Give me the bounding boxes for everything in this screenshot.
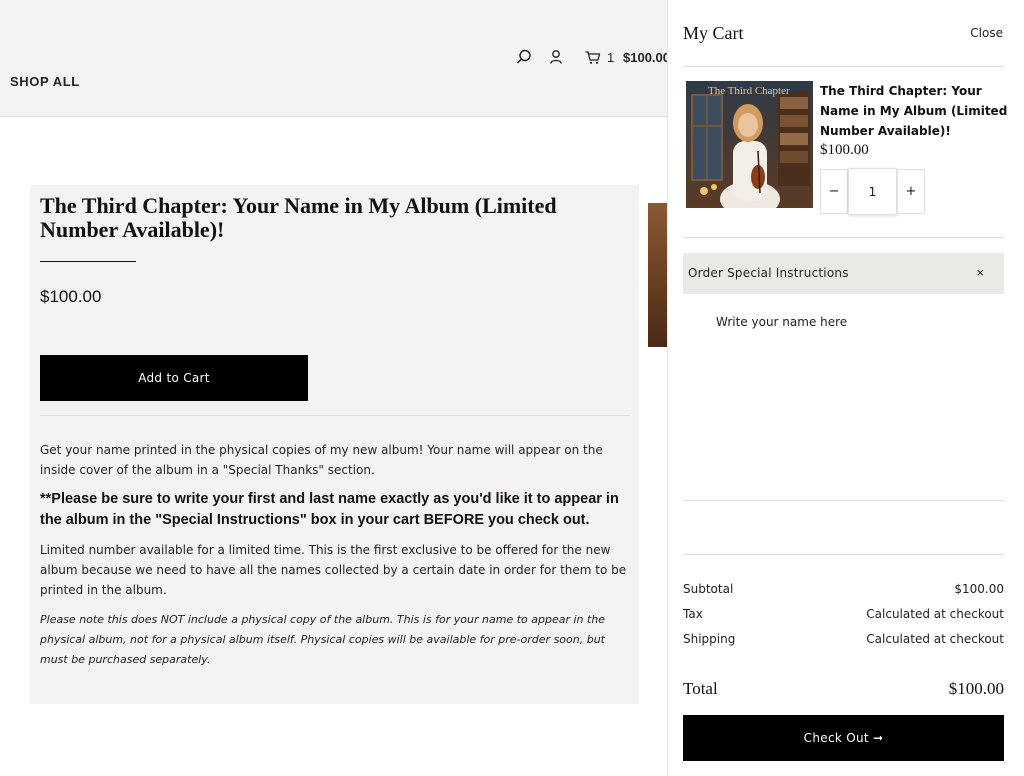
tax-label: Tax [683, 607, 703, 621]
search-icon[interactable] [515, 48, 533, 66]
title-divider [40, 261, 136, 262]
drawer-divider [683, 237, 1004, 238]
special-instructions-input[interactable] [683, 304, 1004, 494]
nav-shop-all-link[interactable]: SHOP ALL [10, 74, 80, 89]
cart-item-thumbnail[interactable]: The Third Chapter [686, 81, 813, 208]
subtotal-value: $100.00 [954, 582, 1004, 596]
shipping-value: Calculated at checkout [866, 632, 1004, 646]
drawer-divider [683, 66, 1004, 67]
product-divider [40, 415, 630, 416]
total-label: Total [683, 679, 718, 698]
tax-value: Calculated at checkout [866, 607, 1004, 621]
product-instructions-note: **Please be sure to write your first and… [40, 491, 619, 528]
shipping-row: Shipping Calculated at checkout [683, 632, 1004, 646]
close-cart-button[interactable]: Close [970, 26, 1003, 40]
checkout-button[interactable]: Check Out ➞ [683, 715, 1004, 761]
cart-item-price: $100.00 [820, 142, 869, 158]
quantity-increment-button[interactable]: + [897, 169, 925, 214]
add-to-cart-button[interactable]: Add to Cart [40, 355, 308, 401]
cart-item-name[interactable]: The Third Chapter: Your Name in My Album… [820, 81, 1010, 141]
cart-count[interactable]: 1 [607, 50, 614, 65]
total-row: Total $100.00 [683, 679, 1004, 699]
cart-drawer-title: My Cart [683, 23, 744, 43]
special-instructions-label: Order Special Instructions [688, 266, 849, 280]
total-value: $100.00 [948, 679, 1004, 698]
tax-row: Tax Calculated at checkout [683, 607, 1004, 621]
site-header: SHOP ALL 1 $100.00 [0, 0, 670, 117]
subtotal-label: Subtotal [683, 582, 734, 596]
product-disclaimer: Please note this does NOT include a phys… [40, 613, 606, 666]
product-price: $100.00 [40, 287, 102, 306]
quantity-stepper: − + [820, 168, 925, 215]
product-details: The Third Chapter: Your Name in My Album… [30, 185, 639, 704]
drawer-divider [683, 554, 1004, 555]
drawer-divider [683, 500, 1004, 501]
cart-icon[interactable] [584, 48, 602, 66]
product-description: Get your name printed in the physical co… [40, 443, 603, 477]
cart-drawer: My Cart Close The Third Chapter The Thir… [667, 0, 1024, 776]
subtotal-row: Subtotal $100.00 [683, 582, 1004, 596]
account-icon[interactable] [548, 48, 566, 66]
shipping-label: Shipping [683, 632, 736, 646]
close-icon[interactable]: × [976, 265, 984, 280]
quantity-input[interactable] [848, 168, 897, 215]
product-title: The Third Chapter: Your Name in My Album… [40, 193, 557, 242]
product-image-partial [648, 203, 667, 347]
special-instructions-toggle[interactable]: Order Special Instructions × [683, 253, 1004, 294]
header-cart-total[interactable]: $100.00 [623, 50, 670, 65]
product-availability-note: Limited number available for a limited t… [40, 543, 627, 597]
album-art-title: The Third Chapter [708, 85, 790, 97]
quantity-decrement-button[interactable]: − [820, 169, 848, 214]
